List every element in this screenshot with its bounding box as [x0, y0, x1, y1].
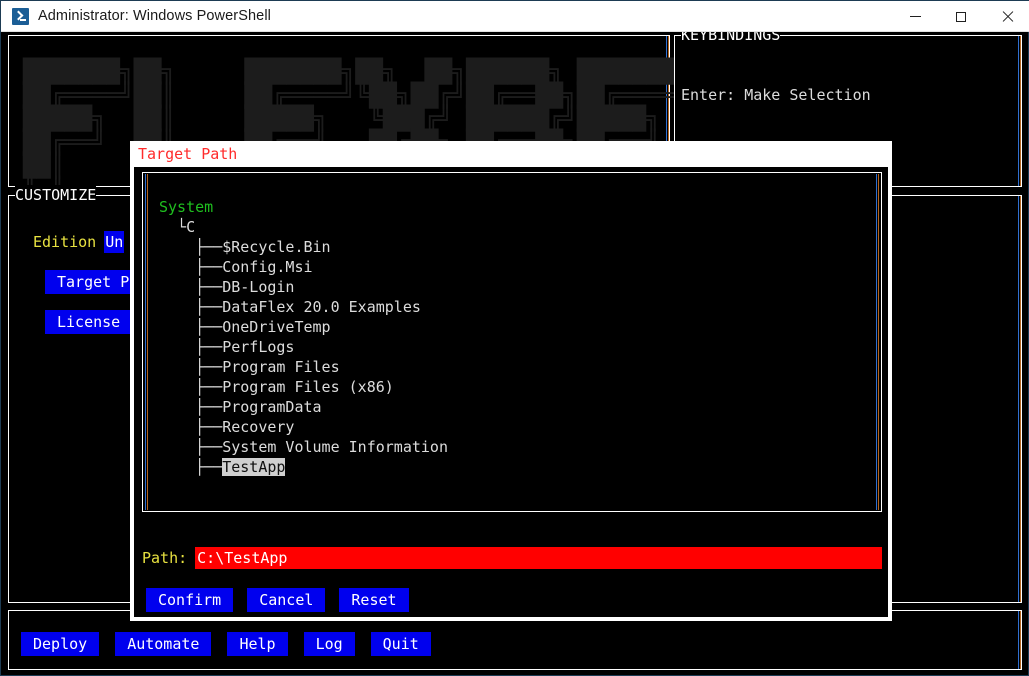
customize-legend: CUSTOMIZE [15, 185, 96, 205]
close-icon [1001, 11, 1013, 23]
tree-connector: ├── [159, 338, 222, 356]
powershell-icon [12, 8, 29, 25]
tree-node-label: TestApp [222, 458, 285, 476]
tree-connector: ├── [159, 458, 222, 476]
minimize-button[interactable] [892, 1, 938, 32]
bottom-buttons: Deploy Automate Help Log Quit [21, 632, 431, 656]
deploy-button[interactable]: Deploy [21, 632, 99, 656]
keybindings-legend: KEYBINDINGS [681, 32, 780, 45]
tree-connector: ├── [159, 398, 222, 416]
target-path-button[interactable]: Target P [45, 270, 141, 294]
tree-item[interactable]: ├──ProgramData [159, 397, 448, 417]
target-path-row: Target P [33, 262, 141, 302]
customize-accent-blue [1018, 196, 1019, 602]
tree-connector: └ [159, 218, 186, 236]
tree-item[interactable]: ├──DataFlex 20.0 Examples [159, 297, 448, 317]
tree-node-label: $Recycle.Bin [222, 238, 330, 256]
reset-button[interactable]: Reset [339, 588, 408, 612]
maximize-icon [956, 12, 966, 22]
tree-node-label: OneDriveTemp [222, 318, 330, 336]
tree-item[interactable]: ├──Program Files [159, 357, 448, 377]
terminal-surface: ███████╗██╗ ███████╗██╗ ██╗██████╗ █████… [2, 32, 1028, 675]
tree-node-label: PerfLogs [222, 338, 294, 356]
tree-accent-left-orange [147, 174, 148, 510]
maximize-button[interactable] [938, 1, 984, 32]
tree-accent-right-blue [876, 174, 877, 510]
automate-button[interactable]: Automate [115, 632, 211, 656]
bottom-accent-orange [1020, 611, 1021, 669]
dialog-title: Target Path [138, 144, 237, 164]
directory-tree[interactable]: System └C ├──$Recycle.Bin ├──Config.Msi … [159, 197, 448, 477]
tree-accent-right-orange [878, 174, 879, 510]
close-button[interactable] [984, 1, 1029, 32]
directory-tree-frame: System └C ├──$Recycle.Bin ├──Config.Msi … [142, 172, 882, 512]
cancel-button[interactable]: Cancel [247, 588, 325, 612]
minimize-icon [910, 16, 921, 17]
tree-item[interactable]: ├──OneDriveTemp [159, 317, 448, 337]
tree-connector: ├── [159, 378, 222, 396]
keybinding-item: Enter: Make Selection [681, 85, 871, 105]
tree-node-label: System Volume Information [222, 438, 448, 456]
tree-node-label: ProgramData [222, 398, 321, 416]
tree-connector: ├── [159, 258, 222, 276]
tree-connector: ├── [159, 318, 222, 336]
tree-node-label: Program Files [222, 358, 339, 376]
help-button[interactable]: Help [227, 632, 287, 656]
window-title: Administrator: Windows PowerShell [38, 8, 271, 24]
window-titlebar: Administrator: Windows PowerShell [1, 1, 1029, 32]
dialog-buttons: Confirm Cancel Reset [146, 588, 409, 612]
powershell-window: Administrator: Windows PowerShell ██████… [0, 0, 1029, 676]
keys-accent-orange [1020, 36, 1021, 186]
quit-button[interactable]: Quit [371, 632, 431, 656]
tree-item[interactable]: ├──System Volume Information [159, 437, 448, 457]
tree-root-node[interactable]: System [159, 197, 448, 217]
tree-item[interactable]: ├──DB-Login [159, 277, 448, 297]
edition-row: Edition Un [33, 222, 141, 262]
tree-item[interactable]: ├──Config.Msi [159, 257, 448, 277]
tree-item[interactable]: ├──PerfLogs [159, 337, 448, 357]
tree-node-label: C [186, 218, 195, 236]
customize-body: Edition Un Target P License [33, 222, 141, 342]
tree-connector: ├── [159, 438, 222, 456]
path-input[interactable]: C:\TestApp [195, 547, 882, 569]
tree-accent-left-blue [145, 174, 146, 510]
tree-connector: ├── [159, 298, 222, 316]
confirm-button[interactable]: Confirm [146, 588, 233, 612]
tree-node-label: DB-Login [222, 278, 294, 296]
edition-value[interactable]: Un [104, 231, 124, 253]
tree-node-label: DataFlex 20.0 Examples [222, 298, 421, 316]
tree-node-label: Config.Msi [222, 258, 312, 276]
tree-item[interactable]: ├──$Recycle.Bin [159, 237, 448, 257]
window-controls [892, 1, 1029, 32]
tree-item[interactable]: ├──Recovery [159, 417, 448, 437]
bottom-accent-blue [1018, 611, 1019, 669]
tree-drive-node[interactable]: └C [159, 217, 448, 237]
tree-node-label: Program Files (x86) [222, 378, 394, 396]
tree-item[interactable]: ├──TestApp [159, 457, 448, 477]
tree-connector: ├── [159, 358, 222, 376]
tree-connector: ├── [159, 418, 222, 436]
path-row: Path: C:\TestApp [142, 547, 882, 569]
tree-connector: ├── [159, 278, 222, 296]
license-button[interactable]: License [45, 310, 132, 334]
customize-accent-orange [1020, 196, 1021, 602]
tree-connector: ├── [159, 238, 222, 256]
target-path-dialog: Target Path System └C ├──$Recycle.Bin ├─… [130, 141, 892, 621]
tree-item[interactable]: ├──Program Files (x86) [159, 377, 448, 397]
dialog-body: System └C ├──$Recycle.Bin ├──Config.Msi … [134, 167, 888, 617]
tree-node-label: Recovery [222, 418, 294, 436]
keys-accent-blue [1018, 36, 1019, 186]
edition-label: Edition [33, 232, 96, 252]
path-label: Path: [142, 548, 187, 568]
log-button[interactable]: Log [304, 632, 355, 656]
license-row: License [33, 302, 141, 342]
